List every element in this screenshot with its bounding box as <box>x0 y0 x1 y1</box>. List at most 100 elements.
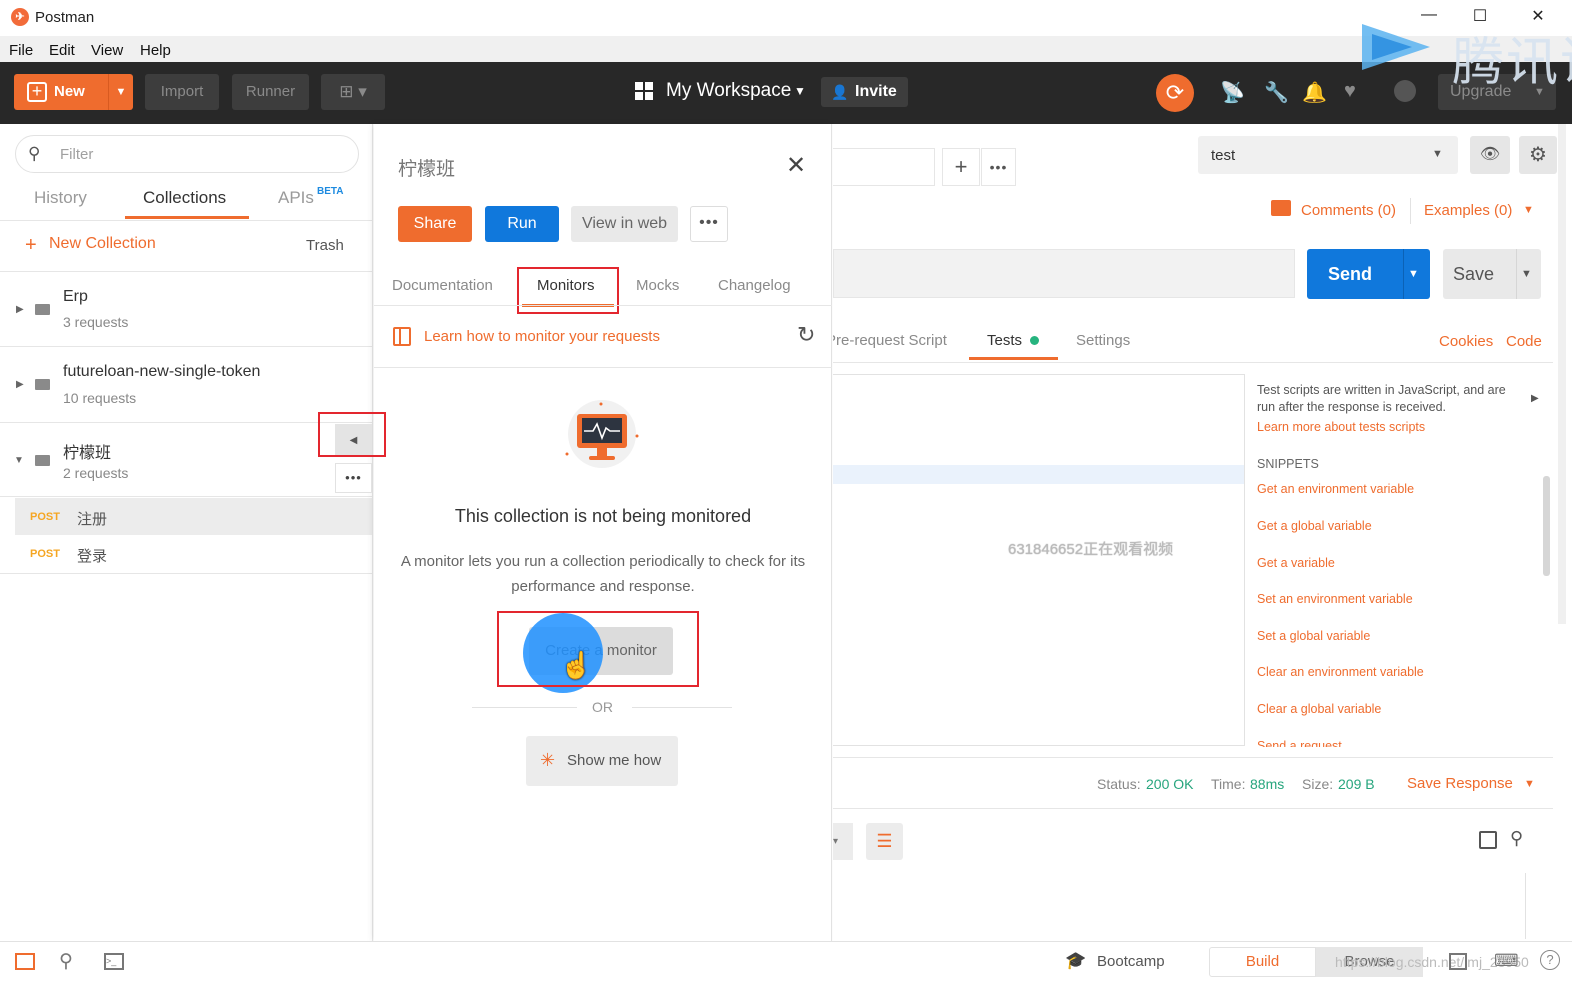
menu-file[interactable]: File <box>9 42 33 59</box>
divider <box>0 346 373 347</box>
share-button[interactable]: Share <box>398 206 472 242</box>
close-icon[interactable]: ✕ <box>786 151 806 180</box>
gear-icon[interactable]: ⚙ <box>1519 136 1557 174</box>
trash-link[interactable]: Trash <box>306 237 344 254</box>
search-icon[interactable]: ⚲ <box>1510 828 1523 849</box>
chevron-right-icon[interactable]: ▶ <box>1531 393 1539 404</box>
wrench-icon[interactable]: 🔧 <box>1264 80 1289 105</box>
url-input[interactable] <box>833 249 1295 298</box>
sync-icon[interactable]: ⟳ <box>1156 74 1194 112</box>
save-response-button[interactable]: Save Response <box>1407 775 1513 792</box>
tab-history[interactable]: History <box>34 188 87 208</box>
snippet-link[interactable]: Get a variable <box>1257 556 1335 570</box>
collection-count: 2 requests <box>63 465 129 481</box>
keyboard-icon[interactable]: ⌨ <box>1494 951 1519 971</box>
satellite-icon[interactable]: 📡 <box>1220 80 1245 105</box>
chevron-down-icon[interactable]: ▼ <box>14 455 24 466</box>
chevron-right-icon[interactable]: ▶ <box>16 304 24 315</box>
plus-icon: + <box>25 234 37 256</box>
tab-apis[interactable]: APIs <box>278 188 314 208</box>
two-pane-icon[interactable] <box>1449 953 1467 970</box>
code-link[interactable]: Code <box>1506 333 1542 350</box>
snippet-link[interactable]: Clear a global variable <box>1257 702 1381 716</box>
window-title: Postman <box>35 9 95 26</box>
chevron-down-icon[interactable]: ▼ <box>1523 204 1534 216</box>
tencent-play-logo-icon <box>1362 24 1430 70</box>
sidebar-toggle-icon[interactable] <box>15 953 35 970</box>
view-in-web-button[interactable]: View in web <box>571 206 678 242</box>
chevron-down-icon[interactable]: ▼ <box>1524 778 1535 790</box>
collection-name[interactable]: futureloan-new-single-token <box>63 363 260 381</box>
request-name[interactable]: 登录 <box>77 545 107 566</box>
request-row[interactable] <box>15 498 372 535</box>
cookies-link[interactable]: Cookies <box>1439 333 1493 350</box>
bell-icon[interactable]: 🔔 <box>1302 80 1327 105</box>
request-tab[interactable] <box>833 148 935 186</box>
divider <box>833 808 1553 809</box>
wrap-lines-icon[interactable]: ☰ <box>866 823 903 860</box>
tab-mocks[interactable]: Mocks <box>636 277 679 294</box>
new-tab-button[interactable]: + <box>942 148 980 186</box>
chevron-right-icon[interactable]: ▶ <box>16 379 24 390</box>
more-options-button[interactable]: ••• <box>690 206 728 242</box>
avatar[interactable] <box>1394 80 1416 102</box>
build-mode-button[interactable]: Build <box>1209 947 1316 977</box>
snippet-link[interactable]: Set a global variable <box>1257 629 1370 643</box>
snippet-link[interactable]: Send a request <box>1257 739 1342 747</box>
tab-changelog[interactable]: Changelog <box>718 277 791 294</box>
more-options-button[interactable]: ••• <box>335 463 372 493</box>
new-collection-button[interactable]: New Collection <box>49 235 156 253</box>
status-dot <box>1030 336 1039 345</box>
workspace-selector[interactable]: My Workspace <box>666 80 791 102</box>
workspace-grid-icon <box>635 82 653 100</box>
menu-edit[interactable]: Edit <box>49 42 75 59</box>
snippet-link[interactable]: Clear an environment variable <box>1257 665 1424 679</box>
format-dropdown[interactable]: ▾ <box>833 823 853 860</box>
collection-name[interactable]: Erp <box>63 288 88 306</box>
tab-tests[interactable]: Tests <box>987 332 1022 349</box>
tab-documentation[interactable]: Documentation <box>392 277 493 294</box>
request-row[interactable] <box>15 536 372 573</box>
bootcamp-link[interactable]: Bootcamp <box>1097 953 1165 970</box>
chevron-down-icon[interactable]: ▼ <box>1432 148 1443 160</box>
request-name[interactable]: 注册 <box>77 508 107 529</box>
help-icon[interactable]: ? <box>1540 950 1560 970</box>
eye-icon[interactable]: 👁 <box>1470 136 1510 174</box>
heart-icon[interactable]: ♥ <box>1344 80 1356 103</box>
console-icon[interactable]: >_ <box>104 953 124 970</box>
run-button[interactable]: Run <box>485 206 559 242</box>
snippet-link[interactable]: Set an environment variable <box>1257 592 1413 606</box>
tab-settings[interactable]: Settings <box>1076 332 1130 349</box>
tab-pre-request-script[interactable]: Pre-request Script <box>833 332 947 349</box>
copy-icon[interactable] <box>1479 831 1497 849</box>
new-dropdown-caret[interactable]: ▼ <box>108 74 133 110</box>
runner-button[interactable]: Runner <box>232 74 309 110</box>
pointer-click-icon: ✳ <box>540 750 556 770</box>
folder-icon <box>35 455 50 466</box>
snippet-link[interactable]: Get an environment variable <box>1257 482 1414 496</box>
refresh-icon[interactable]: ↻ <box>797 322 815 348</box>
scrollbar[interactable] <box>1558 124 1566 624</box>
learn-tests-link[interactable]: Learn more about tests scripts <box>1257 420 1425 434</box>
examples-link[interactable]: Examples (0) <box>1424 202 1512 219</box>
divider <box>0 496 373 497</box>
new-window-button[interactable]: ⊞ ▾ <box>321 74 385 110</box>
search-icon[interactable]: ⚲ <box>59 950 73 973</box>
comments-link[interactable]: Comments (0) <box>1301 202 1396 219</box>
snippet-link[interactable]: Get a global variable <box>1257 519 1372 533</box>
learn-monitoring-link[interactable]: Learn how to monitor your requests <box>424 328 660 345</box>
scrollbar[interactable] <box>1543 476 1550 576</box>
environment-select[interactable] <box>1198 136 1458 174</box>
chevron-down-icon[interactable]: ▼ <box>1403 249 1419 299</box>
menu-help[interactable]: Help <box>140 42 171 59</box>
collection-name[interactable]: 柠檬班 <box>63 439 111 463</box>
menu-view[interactable]: View <box>91 42 123 59</box>
chevron-down-icon[interactable]: ▼ <box>1516 249 1532 299</box>
chevron-down-icon[interactable]: ▼ <box>794 84 806 98</box>
active-line-highlight <box>833 465 1244 484</box>
more-tabs-button[interactable]: ••• <box>981 148 1016 186</box>
menu-bar <box>0 36 1572 62</box>
tab-collections[interactable]: Collections <box>143 188 226 208</box>
test-script-editor[interactable] <box>833 374 1245 746</box>
import-button[interactable]: Import <box>145 74 219 110</box>
